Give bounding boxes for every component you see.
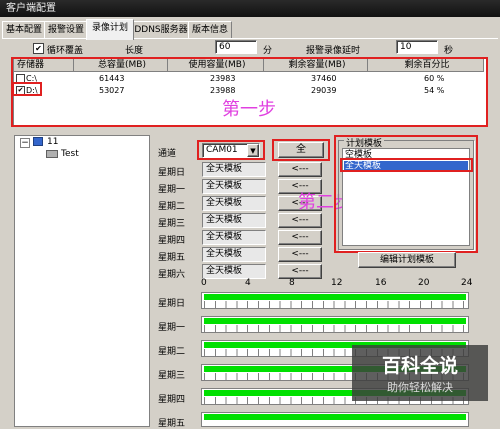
- window-title: 客户端配置: [0, 0, 500, 17]
- timeline-label-tue: 星期二: [158, 347, 186, 357]
- recording-bar: [204, 414, 466, 420]
- tree-child-label[interactable]: Test: [61, 149, 79, 159]
- length-unit: 分: [263, 46, 273, 56]
- weekday-label-sat: 星期六: [158, 270, 186, 280]
- tab-record-plan[interactable]: 录像计划: [86, 19, 134, 40]
- step2-highlight-box: [334, 135, 478, 253]
- tab-ddns-server[interactable]: DDNS服务器: [132, 21, 190, 39]
- watermark-title: 百科全说: [381, 355, 458, 377]
- step1-annotation: 第一步: [222, 99, 276, 120]
- weekday-template-mon: 全天模板: [202, 179, 266, 194]
- tab-alarm-settings[interactable]: 报警设置: [44, 21, 88, 39]
- hour-grid: [204, 301, 466, 308]
- weekday-label-sun: 星期日: [158, 168, 186, 178]
- tree-collapse-icon[interactable]: −: [20, 138, 30, 148]
- tree-root-label[interactable]: 11: [47, 137, 58, 147]
- drive-d-highlight: [12, 82, 42, 96]
- weekday-label-mon: 星期一: [158, 185, 186, 195]
- assign-button-sat[interactable]: <---: [278, 264, 322, 279]
- hour-grid: [204, 325, 466, 332]
- assign-button-wed[interactable]: <---: [278, 213, 322, 228]
- timeline-row-sun[interactable]: [201, 292, 469, 309]
- assign-button-thu[interactable]: <---: [278, 230, 322, 245]
- apply-all-highlight: [272, 139, 330, 161]
- loop-overwrite-label: 循环覆盖: [47, 46, 84, 56]
- weekday-label-tue: 星期二: [158, 202, 186, 212]
- weekday-template-fri: 全天模板: [202, 247, 266, 262]
- timeline-row-mon[interactable]: [201, 316, 469, 333]
- length-input[interactable]: 60: [215, 40, 257, 54]
- timeline-label-thu: 星期四: [158, 395, 186, 405]
- hour-label-0: 0: [201, 278, 207, 288]
- assign-button-sun[interactable]: <---: [278, 162, 322, 177]
- assign-button-fri[interactable]: <---: [278, 247, 322, 262]
- device-tree[interactable]: [14, 135, 150, 427]
- timeline-label-wed: 星期三: [158, 371, 186, 381]
- weekday-template-tue: 全天模板: [202, 196, 266, 211]
- camera-icon: [46, 150, 58, 158]
- tab-version-info[interactable]: 版本信息: [188, 21, 232, 39]
- weekday-template-thu: 全天模板: [202, 230, 266, 245]
- tab-bar: 基本配置 报警设置 录像计划 DDNS服务器 版本信息: [0, 17, 500, 40]
- timeline-label-mon: 星期一: [158, 323, 186, 333]
- watermark-logo: 百科全说 助你轻松解决: [352, 345, 488, 401]
- weekday-template-sun: 全天模板: [202, 162, 266, 177]
- hour-label-4: 4: [245, 278, 251, 288]
- watermark-subtitle: 助你轻松解决: [387, 381, 453, 394]
- tab-basic-config[interactable]: 基本配置: [2, 21, 46, 39]
- weekday-template-wed: 全天模板: [202, 213, 266, 228]
- dvr-device-icon: [33, 137, 43, 146]
- edit-plan-template-button[interactable]: 编辑计划模板: [358, 252, 456, 268]
- timeline-row-fri[interactable]: [201, 412, 469, 427]
- alarm-duration-input[interactable]: 10: [396, 40, 438, 54]
- timeline-label-fri: 星期五: [158, 419, 186, 429]
- length-label: 长度: [125, 46, 144, 56]
- weekday-label-fri: 星期五: [158, 253, 186, 263]
- alarm-duration-label: 报警录像延时: [306, 46, 361, 56]
- channel-label: 通道: [158, 149, 177, 159]
- channel-highlight: [197, 140, 265, 160]
- hour-label-24: 24: [461, 278, 473, 288]
- weekday-template-sat: 全天模板: [202, 264, 266, 279]
- weekday-label-thu: 星期四: [158, 236, 186, 246]
- hour-label-8: 8: [289, 278, 295, 288]
- recording-bar: [204, 318, 466, 324]
- weekday-label-wed: 星期三: [158, 219, 186, 229]
- loop-overwrite-checkbox[interactable]: ✔: [33, 43, 44, 54]
- hour-label-12: 12: [331, 278, 343, 288]
- timeline-label-sun: 星期日: [158, 299, 186, 309]
- recording-bar: [204, 294, 466, 300]
- alarm-duration-unit: 秒: [444, 46, 454, 56]
- hour-label-16: 16: [375, 278, 387, 288]
- hour-label-20: 20: [418, 278, 430, 288]
